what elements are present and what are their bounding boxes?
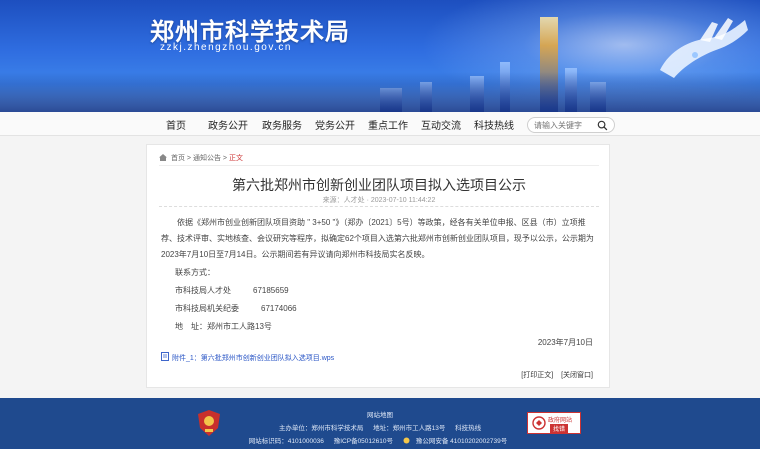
gov-badge-title: 政府网站 [548, 418, 573, 424]
footer-police-label: 豫公网安备 41010202002739号 [415, 438, 508, 445]
footer-address: 地址：郑州市工人路13号 [373, 425, 446, 432]
nav-item-party-affairs[interactable]: 党务公开 [315, 117, 355, 132]
breadcrumb-separator: > [186, 155, 191, 162]
robot-hand-icon [660, 18, 748, 78]
footer-sitemap[interactable]: 网站地图 [0, 409, 760, 419]
contact-phone: 67174066 [261, 304, 297, 313]
search-input[interactable] [534, 119, 594, 131]
footer-police-record[interactable]: 豫公网安备 41010202002739号 [403, 437, 511, 445]
contact-name: 市科技局机关纪委 [175, 304, 239, 313]
article-meta: 来源：人才处 · 2023-07-10 11:44:22 [322, 197, 436, 204]
footer-registration-row: 网站标识码：4101000036 豫ICP备05012610号 豫公网安备 41… [0, 435, 760, 445]
footer-site-code: 网站标识码：4101000036 [248, 438, 324, 445]
contact-label: 联系方式： [175, 268, 215, 277]
divider [159, 165, 599, 166]
footer-icp[interactable]: 豫ICP备05012610号 [334, 438, 393, 445]
breadcrumb-separator: > [222, 155, 227, 162]
footer-info-row: 主办单位：郑州市科学技术局 地址：郑州市工人路13号 科技热线 [0, 422, 760, 432]
breadcrumb-home[interactable]: 首页 [171, 155, 185, 162]
contact-name: 市科技局人才处 [175, 286, 231, 295]
footer-host: 主办单位：郑州市科学技术局 [278, 425, 364, 432]
article-card: 首页 > 通知公告 > 正文 第六批郑州市创新创业团队项目拟入选项目公示 来源：… [146, 144, 610, 388]
contact-row: 市科技局机关纪委 67174066 [175, 303, 297, 314]
header-banner: 郑州市科学技术局 zzkj.zhengzhou.gov.cn [0, 0, 760, 112]
police-badge-icon [403, 437, 410, 444]
article-body: 依据《郑州市创业创新团队项目资助 " 3+50 "》（郑办〔2021〕5号）等政… [161, 218, 594, 259]
search-box [527, 117, 615, 133]
nav-item-hotline[interactable]: 科技热线 [474, 117, 514, 132]
home-icon [159, 154, 167, 161]
attachment-link[interactable]: 附件_1：第六批郑州市创新创业团队拟入选项目.wps [161, 352, 334, 363]
contact-phone: 67185659 [253, 286, 289, 295]
divider [159, 206, 599, 207]
gov-error-report-badge[interactable]: 政府网站 找错 [527, 412, 581, 434]
document-icon [161, 352, 169, 361]
footer-hotline[interactable]: 科技热线 [455, 425, 481, 432]
article-actions: [打印正文] [关闭窗口] [515, 370, 593, 380]
print-button[interactable]: [打印正文] [521, 372, 553, 379]
nav-item-interaction[interactable]: 互动交流 [421, 117, 461, 132]
gov-logo-icon [532, 416, 546, 430]
footer: 网站地图 主办单位：郑州市科学技术局 地址：郑州市工人路13号 科技热线 网站标… [0, 398, 760, 449]
contact-address: 地 址：郑州市工人路13号 [175, 322, 272, 331]
nav-item-government-services[interactable]: 政务服务 [262, 117, 302, 132]
article-title: 第六批郑州市创新创业团队项目拟入选项目公示 [232, 177, 526, 193]
search-icon[interactable] [597, 120, 608, 131]
nav-item-home[interactable]: 首页 [166, 117, 186, 132]
nav-item-government-affairs[interactable]: 政务公开 [208, 117, 248, 132]
attachment-label[interactable]: 附件_1：第六批郑州市创新创业团队拟入选项目.wps [172, 355, 334, 362]
breadcrumb: 首页 > 通知公告 > 正文 [159, 153, 243, 163]
article-date: 2023年7月10日 [537, 338, 593, 347]
nav-item-key-work[interactable]: 重点工作 [368, 117, 408, 132]
site-domain: zzkj.zhengzhou.gov.cn [160, 42, 292, 53]
breadcrumb-current: 正文 [228, 155, 243, 162]
close-window-button[interactable]: [关闭窗口] [561, 372, 593, 379]
main-nav: 首页 政务公开 政务服务 党务公开 重点工作 互动交流 科技热线 [0, 112, 760, 136]
gov-badge-action: 找错 [550, 424, 569, 433]
breadcrumb-section[interactable]: 通知公告 [193, 155, 221, 162]
contact-row: 市科技局人才处 67185659 [175, 285, 289, 296]
